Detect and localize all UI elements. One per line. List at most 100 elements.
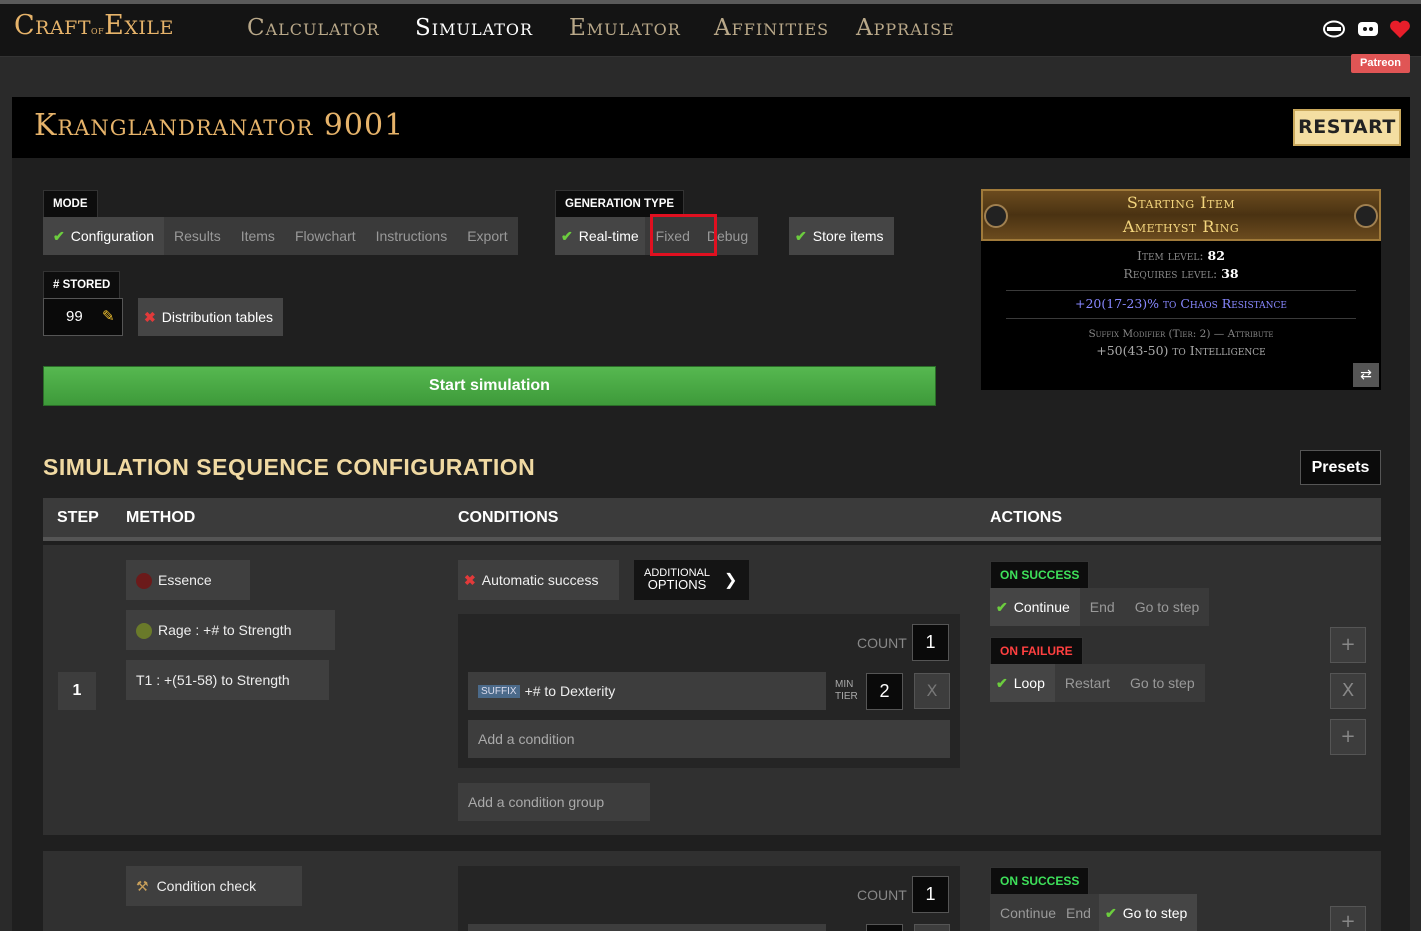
essence-icon xyxy=(136,573,152,590)
condition-row[interactable]: SUFFIX +# to Dexterity xyxy=(468,672,826,710)
distribution-tables-toggle[interactable]: ✖ Distribution tables xyxy=(138,298,284,336)
distribution-tables-button[interactable]: ✖ Distribution tables xyxy=(138,298,284,336)
add-step-above-button[interactable]: + xyxy=(1330,627,1366,663)
restart-button[interactable]: RESTART xyxy=(1293,109,1401,146)
automatic-success-toggle[interactable]: ✖ Automatic success xyxy=(458,560,619,600)
check-icon: ✔ xyxy=(1104,905,1117,921)
heart-icon[interactable] xyxy=(1389,19,1411,39)
check-icon: ✔ xyxy=(996,599,1008,615)
suffix-tag: SUFFIX xyxy=(478,685,520,699)
check-icon: ✔ xyxy=(561,228,573,244)
condition-row[interactable] xyxy=(468,924,826,931)
method-label: Condition check xyxy=(156,878,257,894)
sequence-table-header xyxy=(43,498,1381,541)
tab-items[interactable]: Items xyxy=(231,217,285,255)
success-goto-label: Go to step xyxy=(1122,905,1188,921)
add-step-above-button[interactable]: + xyxy=(1330,906,1366,931)
min-tier-input[interactable]: 2 xyxy=(866,673,903,710)
failure-goto-option[interactable]: Go to step xyxy=(1120,664,1205,702)
tab-instructions[interactable]: Instructions xyxy=(366,217,458,255)
tab-realtime-label: Real-time xyxy=(578,228,639,244)
add-condition-group-button[interactable]: Add a condition group xyxy=(458,783,650,821)
store-items-toggle[interactable]: ✔ Store items xyxy=(789,217,894,255)
tab-export[interactable]: Export xyxy=(457,217,517,255)
logo-text-exile: Exile xyxy=(104,10,174,41)
swap-icon[interactable]: ⇄ xyxy=(1353,363,1379,387)
start-simulation-button[interactable]: Start simulation xyxy=(43,366,936,406)
rage-essence-icon xyxy=(136,623,152,640)
check-icon: ✔ xyxy=(996,675,1008,691)
success-continue-option[interactable]: ✔ Continue xyxy=(990,588,1080,626)
mask-icon[interactable] xyxy=(1323,19,1345,39)
remove-condition-button[interactable] xyxy=(914,924,950,931)
nav-appraise[interactable]: Appraise xyxy=(856,15,955,41)
nav-affinities[interactable]: Affinities xyxy=(714,15,829,41)
required-level-label: Requires level: xyxy=(1123,266,1218,281)
tab-results[interactable]: Results xyxy=(164,217,231,255)
on-success-label: ON SUCCESS xyxy=(990,561,1090,588)
method-label: Essence xyxy=(158,572,212,588)
failure-loop-option[interactable]: ✔ Loop xyxy=(990,664,1055,702)
item-level-value: 82 xyxy=(1207,248,1225,263)
tier-select[interactable]: T1 : +(51-58) to Strength xyxy=(126,660,329,700)
cross-icon: ✖ xyxy=(144,309,156,325)
success-end-option[interactable]: End xyxy=(1080,588,1125,626)
add-condition-button[interactable]: Add a condition xyxy=(468,720,950,758)
tab-configuration-label: Configuration xyxy=(70,228,155,244)
method-condition-check-button[interactable]: ⚒ Condition check xyxy=(126,866,302,906)
count-label: COUNT xyxy=(857,887,907,903)
tab-realtime[interactable]: ✔ Real-time xyxy=(555,217,645,255)
essence-label: Rage : +# to Strength xyxy=(158,622,292,638)
tab-configuration[interactable]: ✔ Configuration xyxy=(43,217,165,255)
item-mod-header: Suffix Modifier (Tier: 2) — Attribute xyxy=(1088,328,1274,340)
on-failure-label: ON FAILURE xyxy=(990,637,1083,664)
add-step-below-button[interactable]: + xyxy=(1330,719,1366,755)
wrench-icon: ⚒ xyxy=(136,878,149,894)
item-mod: +50(43-50) to Intelligence xyxy=(1096,343,1266,358)
condition-text: +# to Dexterity xyxy=(524,683,616,699)
presets-button[interactable]: Presets xyxy=(1300,450,1381,485)
additional-options-button[interactable]: ADDITIONAL OPTIONS ❯ xyxy=(634,560,749,600)
stored-count-value: 99 xyxy=(66,308,83,325)
success-end-option[interactable]: End xyxy=(1066,894,1099,931)
min-tier-label: MIN TIER xyxy=(835,679,858,703)
page-title: Kranglandranator 9001 xyxy=(34,108,405,143)
step-number: 1 xyxy=(58,672,96,710)
top-navbar xyxy=(0,0,1421,57)
nav-emulator[interactable]: Emulator xyxy=(569,15,681,41)
count-label: COUNT xyxy=(857,635,907,651)
chevron-right-icon: ❯ xyxy=(724,572,738,589)
item-required-level: Requires level: 38 xyxy=(981,266,1381,281)
remove-step-button[interactable]: X xyxy=(1330,673,1366,709)
essence-select[interactable]: Rage : +# to Strength xyxy=(126,610,335,650)
stored-count-field[interactable]: 99 ✎ xyxy=(43,298,123,336)
mode-label: MODE xyxy=(43,190,98,217)
tab-flowchart[interactable]: Flowchart xyxy=(285,217,366,255)
success-goto-option[interactable]: ✔ Go to step xyxy=(1098,894,1198,931)
count-input[interactable]: 1 xyxy=(912,624,949,661)
success-continue-option[interactable]: Continue xyxy=(990,894,1066,931)
header-actions: ACTIONS xyxy=(990,509,1062,526)
nav-simulator[interactable]: Simulator xyxy=(415,15,533,41)
min-label: MIN xyxy=(835,679,854,690)
nav-calculator[interactable]: Calculator xyxy=(247,15,380,41)
pencil-icon[interactable]: ✎ xyxy=(102,299,115,335)
additional-label-2: OPTIONS xyxy=(647,577,707,592)
patreon-badge[interactable]: Patreon xyxy=(1351,54,1410,73)
remove-condition-button[interactable]: X xyxy=(914,673,950,709)
count-input[interactable]: 1 xyxy=(912,876,949,913)
item-level-label: Item level: xyxy=(1137,248,1204,263)
logo-text-craft: Craft xyxy=(14,10,92,41)
cross-icon: ✖ xyxy=(464,572,476,588)
tier-label: TIER xyxy=(835,691,858,702)
mode-tabbar: ✔ Configuration Results Items Flowchart I… xyxy=(43,217,518,255)
check-icon: ✔ xyxy=(795,228,807,244)
item-header-title: Starting Item xyxy=(1126,193,1236,212)
discord-icon[interactable] xyxy=(1357,19,1379,39)
site-logo[interactable]: CraftofExile xyxy=(14,10,174,41)
failure-restart-option[interactable]: Restart xyxy=(1055,664,1120,702)
store-items-button[interactable]: ✔ Store items xyxy=(789,217,894,255)
method-essence-button[interactable]: Essence xyxy=(126,560,250,600)
success-goto-option[interactable]: Go to step xyxy=(1125,588,1210,626)
min-tier-input[interactable] xyxy=(866,924,903,931)
